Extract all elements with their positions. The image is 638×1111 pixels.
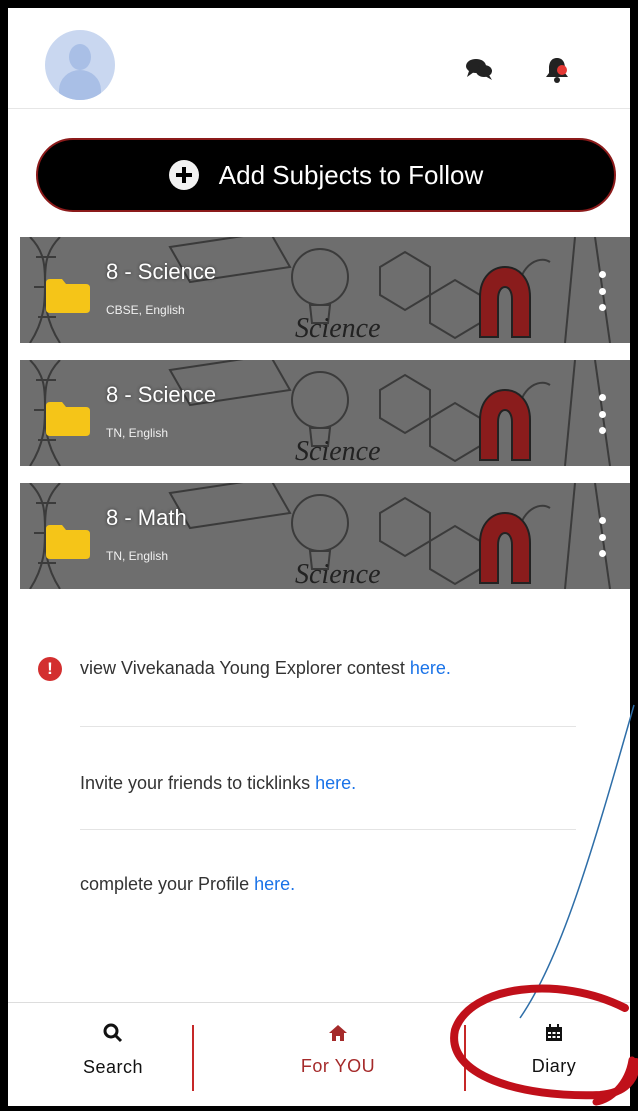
svg-text:Science: Science	[295, 313, 381, 343]
notice-invite: Invite your friends to ticklinks here.	[80, 773, 356, 794]
app-header	[8, 8, 630, 109]
folder-icon	[46, 525, 90, 559]
contest-link[interactable]: here.	[410, 658, 451, 678]
notice-text: complete your Profile	[80, 874, 255, 894]
notice-profile: complete your Profile here.	[80, 874, 295, 895]
notification-bell-icon[interactable]	[542, 54, 572, 84]
subject-subtitle: TN, English	[106, 549, 169, 563]
nav-diary-label: Diary	[531, 1056, 577, 1076]
alert-icon: !	[38, 657, 62, 681]
search-icon	[103, 1023, 123, 1043]
subject-card[interactable]: Science 8 - Math TN, English	[20, 483, 630, 589]
nav-for-you-label: For YOU	[300, 1056, 376, 1076]
subject-title: 8 - Science	[106, 382, 217, 407]
notice-contest: view Vivekanada Young Explorer contest h…	[80, 658, 451, 679]
nav-search[interactable]: Search	[58, 1003, 168, 1106]
folder-icon	[46, 402, 90, 436]
calendar-icon	[546, 1024, 562, 1041]
svg-text:Science: Science	[295, 559, 381, 589]
nav-separator	[464, 1025, 466, 1091]
subject-subtitle: TN, English	[106, 426, 169, 440]
plus-circle-icon	[168, 160, 199, 190]
kebab-menu-icon[interactable]	[594, 517, 610, 557]
nav-diary[interactable]: Diary	[504, 1003, 604, 1106]
subject-title: 8 - Science	[106, 259, 217, 284]
add-subjects-label: Add Subjects to Follow	[218, 159, 484, 190]
divider	[80, 726, 576, 727]
nav-for-you[interactable]: For YOU	[258, 1003, 418, 1106]
science-doodle-background: Science	[29, 483, 611, 589]
add-subjects-button[interactable]: Add Subjects to Follow	[36, 138, 616, 212]
science-doodle-background: Science	[29, 237, 611, 343]
subject-card[interactable]: Science 8 - Science CBSE, English	[20, 237, 630, 343]
nav-separator	[192, 1025, 194, 1091]
notice-text: view Vivekanada Young Explorer contest	[80, 658, 410, 678]
invite-link[interactable]: here.	[315, 773, 356, 793]
kebab-menu-icon[interactable]	[594, 271, 610, 311]
folder-icon	[46, 279, 90, 313]
nav-search-label: Search	[82, 1057, 144, 1077]
home-icon	[329, 1025, 347, 1041]
divider	[80, 829, 576, 830]
chat-bubbles-icon[interactable]	[464, 54, 494, 84]
svg-text:Science: Science	[295, 436, 381, 466]
profile-link[interactable]: here.	[254, 874, 295, 894]
subject-subtitle: CBSE, English	[106, 303, 185, 317]
bottom-navigation: Search For YOU Diary	[8, 1002, 630, 1106]
kebab-menu-icon[interactable]	[594, 394, 610, 434]
science-doodle-background: Science	[29, 360, 611, 466]
notice-text: Invite your friends to ticklinks	[80, 773, 316, 793]
subject-title: 8 - Math	[106, 505, 187, 530]
subject-card[interactable]: Science 8 - Science TN, English	[20, 360, 630, 466]
user-avatar-icon[interactable]	[45, 30, 115, 100]
